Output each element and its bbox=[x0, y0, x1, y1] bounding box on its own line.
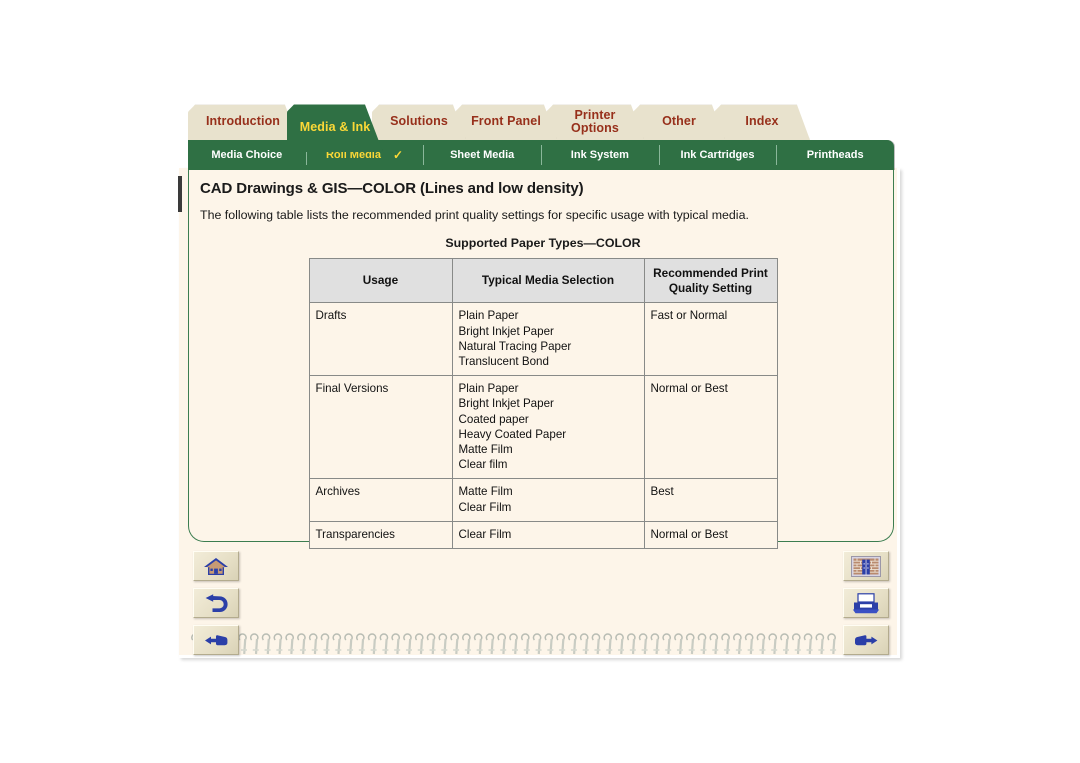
cell-media-selection: Plain Paper Bright Inkjet Paper Coated pap… bbox=[451, 375, 645, 480]
checkmark-icon: ✓ bbox=[392, 148, 404, 162]
print-button[interactable] bbox=[843, 588, 889, 618]
sub-tab-label: Printheads bbox=[806, 149, 864, 161]
help-viewer-page: Introduction Media & Ink Solutions Front Pa… bbox=[0, 0, 1080, 763]
sub-tab-label: Sheet Media bbox=[450, 149, 515, 161]
media-item: Clear film bbox=[458, 458, 508, 472]
spiral-binding-svg bbox=[191, 633, 837, 655]
table-header-line: Quality Setting bbox=[668, 280, 753, 295]
page-title: CAD Drawings & GIS—COLOR (Lines and low … bbox=[200, 180, 584, 197]
media-item: Natural Tracing Paper bbox=[458, 339, 572, 353]
cell-quality-setting: Normal or Best bbox=[643, 375, 778, 480]
main-tab-label: Introduction bbox=[205, 114, 281, 129]
main-tab-label: Solutions bbox=[390, 114, 448, 129]
media-item: Plain Paper bbox=[458, 382, 519, 396]
table-row: Transparencies Clear Film Normal or Best bbox=[308, 520, 778, 549]
main-tab-introduction[interactable]: Introduction bbox=[188, 104, 298, 140]
cell-media-selection: Matte Film Clear Film bbox=[451, 478, 645, 522]
table-body: Drafts Plain Paper Bright Inkjet Paper Natu… bbox=[308, 302, 778, 549]
content-area: CAD Drawings & GIS—COLOR (Lines and low … bbox=[200, 172, 886, 549]
table-header-cell: Typical Media Selection bbox=[451, 257, 645, 304]
index-bookstore-button[interactable] bbox=[843, 551, 889, 581]
media-item: Clear Film bbox=[458, 500, 512, 514]
main-tab-label: Front Panel bbox=[471, 114, 541, 129]
sub-tab-label: Ink System bbox=[570, 149, 629, 161]
media-item: Clear Film bbox=[458, 527, 512, 541]
table-header-line: Typical Media Selection bbox=[481, 273, 615, 288]
change-bar bbox=[178, 176, 182, 212]
previous-page-button[interactable] bbox=[193, 625, 239, 655]
cell-usage: Transparencies bbox=[308, 520, 453, 549]
main-tab-bar: Introduction Media & Ink Solutions Front Pa… bbox=[188, 104, 894, 140]
table-row: Final Versions Plain Paper Bright Inkjet P… bbox=[308, 375, 778, 480]
cell-media-selection: Clear Film bbox=[451, 520, 645, 549]
main-tab-front-panel[interactable]: Front Panel bbox=[455, 104, 557, 140]
table-row: Archives Matte Film Clear Film Best bbox=[308, 478, 778, 522]
table-wrapper: Usage Typical Media Selection Recommended … bbox=[200, 257, 886, 549]
media-item: Coated paper bbox=[458, 412, 529, 426]
sub-tab-sheet-media[interactable]: Sheet Media bbox=[423, 140, 541, 170]
cell-usage: Final Versions bbox=[308, 375, 453, 480]
table-header-cell: Usage bbox=[308, 257, 453, 304]
table-header-line: Recommended Print bbox=[653, 266, 768, 280]
table-header-line: Usage bbox=[362, 273, 399, 288]
media-item: Plain Paper bbox=[458, 309, 519, 323]
supported-paper-types-table: Usage Typical Media Selection Recommended … bbox=[308, 257, 778, 549]
cell-quality-setting: Fast or Normal bbox=[643, 302, 778, 377]
media-item: Bright Inkjet Paper bbox=[458, 324, 554, 338]
cell-usage: Archives bbox=[308, 478, 453, 522]
main-tab-other[interactable]: Other bbox=[633, 104, 725, 140]
home-button[interactable] bbox=[193, 551, 239, 581]
media-item: Heavy Coated Paper bbox=[458, 427, 567, 441]
media-item: Matte Film bbox=[458, 442, 513, 456]
bookstore-index-icon bbox=[851, 555, 881, 577]
cell-media-selection: Plain Paper Bright Inkjet Paper Natural Tr… bbox=[451, 302, 645, 377]
home-icon bbox=[204, 557, 228, 575]
hand-pointing-left-icon bbox=[205, 634, 228, 645]
back-arrow-icon bbox=[205, 593, 228, 612]
printer-icon bbox=[852, 592, 880, 613]
table-header-row: Usage Typical Media Selection Recommended … bbox=[308, 257, 778, 304]
main-tab-label: Media & Ink bbox=[299, 120, 371, 135]
main-tab-label: Index bbox=[745, 114, 779, 129]
sub-tab-label: Media Choice bbox=[211, 149, 283, 161]
back-button[interactable] bbox=[193, 588, 239, 618]
table-header-cell: Recommended Print Quality Setting bbox=[643, 257, 778, 304]
hand-pointing-right-icon bbox=[855, 634, 878, 645]
cell-usage: Drafts bbox=[308, 302, 453, 377]
main-tab-label: Other bbox=[662, 114, 696, 129]
media-item: Translucent Bond bbox=[458, 355, 549, 369]
main-tab-index[interactable]: Index bbox=[714, 104, 810, 140]
next-page-button[interactable] bbox=[843, 625, 889, 655]
sub-tab-label: Ink Cartridges bbox=[680, 149, 755, 161]
main-tab-solutions[interactable]: Solutions bbox=[372, 104, 466, 140]
cell-quality-setting: Best bbox=[643, 478, 778, 522]
spiral-binding bbox=[190, 630, 838, 658]
media-item: Matte Film bbox=[458, 485, 513, 499]
sub-tab-ink-system[interactable]: Ink System bbox=[541, 140, 659, 170]
table-row: Drafts Plain Paper Bright Inkjet Paper Natu… bbox=[308, 302, 778, 377]
intro-paragraph: The following table lists the recommende… bbox=[200, 208, 749, 222]
sub-tab-printheads[interactable]: Printheads bbox=[776, 140, 894, 170]
main-tab-label: Options bbox=[571, 121, 619, 135]
cell-quality-setting: Normal or Best bbox=[643, 520, 778, 549]
media-item: Bright Inkjet Paper bbox=[458, 397, 554, 411]
main-tab-media-ink[interactable]: Media & Ink bbox=[287, 104, 383, 152]
table-caption: Supported Paper Types—COLOR bbox=[445, 236, 641, 250]
sub-tab-ink-cartridges[interactable]: Ink Cartridges bbox=[658, 140, 777, 170]
main-tab-printer-options[interactable]: Printer Options bbox=[546, 104, 644, 140]
table-head: Usage Typical Media Selection Recommended … bbox=[308, 257, 778, 304]
